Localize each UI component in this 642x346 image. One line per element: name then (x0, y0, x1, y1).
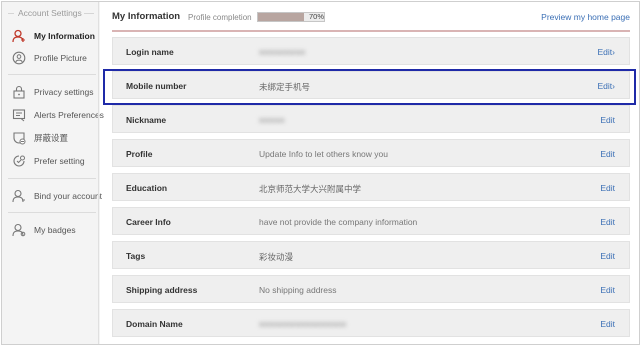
row-career-info: Career Info have not provide the company… (112, 207, 630, 235)
user-icon (12, 29, 26, 43)
edit-profile-link[interactable]: Edit (600, 149, 615, 159)
row-value: 彩妆动漫 (259, 252, 294, 262)
profile-picture-icon (12, 51, 26, 65)
row-value: 未绑定手机号 (259, 82, 311, 92)
sidebar-item-my-information[interactable]: My Information (12, 28, 95, 44)
row-value: ■■■■■■■■■ (259, 47, 306, 57)
row-label: Domain Name (126, 319, 183, 329)
header-divider (112, 30, 630, 32)
sidebar-item-label: Profile Picture (34, 53, 87, 63)
row-label: Education (126, 183, 168, 193)
row-label: Login name (126, 47, 174, 57)
sidebar-item-profile-picture[interactable]: Profile Picture (12, 50, 87, 66)
row-value: No shipping address (259, 285, 337, 295)
row-label: Shipping address (126, 285, 198, 295)
profile-completion-fill (258, 13, 305, 21)
row-domain-name: Domain Name ■■■■■■■■■■■■■■■■■ Edit (112, 309, 630, 337)
sidebar-item-label: Prefer setting (34, 156, 85, 166)
sidebar-border (98, 2, 99, 344)
profile-completion-value: 70% (309, 12, 325, 21)
row-profile: Profile Update Info to let others know y… (112, 139, 630, 167)
info-header: My Information Profile completion 70% Pr… (112, 8, 630, 26)
page-title: My Information (112, 11, 181, 22)
bind-user-icon (12, 189, 26, 203)
edit-education-link[interactable]: Edit (600, 183, 615, 193)
preview-home-page-link[interactable]: Preview my home page (541, 12, 630, 22)
row-value: 北京师范大学大兴附属中学 (259, 184, 362, 194)
edit-login-name-link[interactable]: Edit› (598, 47, 615, 57)
sidebar-item-label: 屏蔽设置 (34, 133, 69, 143)
sidebar-item-my-badges[interactable]: My badges (12, 222, 76, 238)
row-mobile-number: Mobile number 未绑定手机号 Edit› (112, 71, 630, 99)
sidebar-item-privacy-settings[interactable]: Privacy settings (12, 84, 94, 100)
edit-mobile-number-link[interactable]: Edit› (598, 81, 615, 91)
sidebar-item-bind-account[interactable]: Bind your account (12, 188, 102, 204)
sidebar-divider (8, 212, 96, 213)
row-shipping-address: Shipping address No shipping address Edi… (112, 275, 630, 303)
prefer-icon (12, 154, 26, 168)
row-label: Mobile number (126, 81, 187, 91)
sidebar-item-label: Privacy settings (34, 87, 94, 97)
badge-user-icon (12, 223, 26, 237)
sidebar-item-prefer-setting[interactable]: Prefer setting (12, 153, 85, 169)
edit-shipping-address-link[interactable]: Edit (600, 285, 615, 295)
edit-domain-name-link[interactable]: Edit (600, 319, 615, 329)
sidebar-item-block-settings[interactable]: 屏蔽设置 (12, 130, 68, 146)
edit-nickname-link[interactable]: Edit (600, 115, 615, 125)
row-label: Career Info (126, 217, 171, 227)
block-icon (12, 131, 26, 145)
edit-tags-link[interactable]: Edit (600, 251, 615, 261)
sidebar-divider (8, 74, 96, 75)
settings-sidebar: Account Settings My Information Profile … (2, 2, 104, 344)
edit-career-info-link[interactable]: Edit (600, 217, 615, 227)
sidebar-item-label: My badges (34, 225, 76, 235)
sidebar-divider (8, 178, 96, 179)
header-rule-left (8, 13, 14, 14)
row-value: ■■■■■ (259, 115, 285, 125)
row-tags: Tags 彩妆动漫 Edit (112, 241, 630, 269)
row-label: Tags (126, 251, 146, 261)
row-value: Update Info to let others know you (259, 149, 388, 159)
row-value: have not provide the company information (259, 217, 418, 227)
sidebar-section-header: Account Settings (8, 8, 94, 18)
sidebar-item-label: Alerts Preferences (34, 110, 104, 120)
row-nickname: Nickname ■■■■■ Edit (112, 105, 630, 133)
sidebar-item-label: Bind your account (34, 191, 103, 201)
sidebar-section-title: Account Settings (16, 8, 84, 18)
sidebar-item-alerts-preferences[interactable]: Alerts Preferences (12, 107, 104, 123)
profile-completion-bar: 70% (257, 12, 325, 22)
message-icon (12, 108, 26, 122)
row-value: ■■■■■■■■■■■■■■■■■ (259, 319, 347, 329)
row-label: Nickname (126, 115, 167, 125)
profile-completion-label: Profile completion (188, 13, 252, 22)
row-label: Profile (126, 149, 153, 159)
row-education: Education 北京师范大学大兴附属中学 Edit (112, 173, 630, 201)
info-rows: Login name ■■■■■■■■■ Edit› Mobile number… (112, 37, 630, 343)
sidebar-item-label: My Information (34, 31, 95, 41)
row-login-name: Login name ■■■■■■■■■ Edit› (112, 37, 630, 65)
lock-icon (12, 85, 26, 99)
